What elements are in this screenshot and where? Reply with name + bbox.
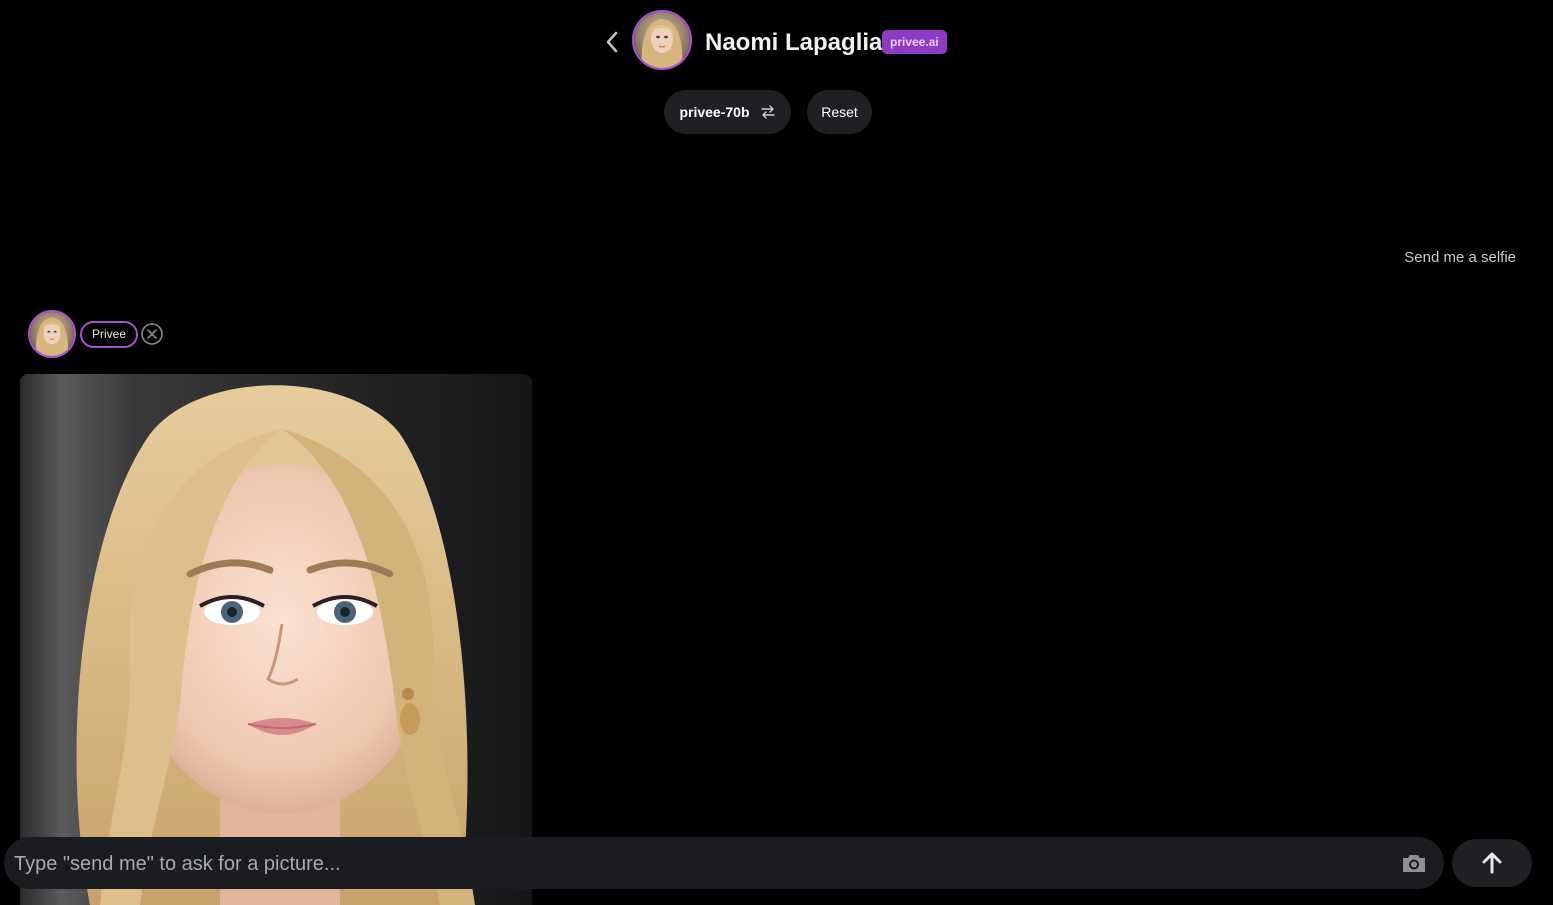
camera-icon[interactable]	[1400, 851, 1428, 875]
message-input[interactable]	[12, 837, 1386, 891]
bot-avatar[interactable]	[28, 310, 76, 358]
generated-selfie-image[interactable]	[20, 374, 532, 905]
reset-button[interactable]: Reset	[807, 90, 872, 134]
header-avatar[interactable]	[632, 10, 692, 70]
model-selector-button[interactable]: privee-70b	[664, 90, 791, 134]
chat-page: Naomi Lapaglia privee.ai privee-70b Rese…	[0, 0, 1553, 905]
model-label: privee-70b	[679, 104, 750, 120]
swap-arrows-icon	[760, 105, 775, 119]
chevron-left-icon	[606, 31, 618, 53]
close-circle-icon[interactable]	[140, 322, 164, 346]
user-message: Send me a selfie	[1404, 249, 1516, 266]
page-title: Naomi Lapaglia	[705, 29, 883, 56]
brand-badge: privee.ai	[882, 30, 947, 54]
send-button[interactable]	[1452, 839, 1532, 887]
back-button[interactable]	[598, 28, 626, 56]
message-composer	[4, 837, 1444, 891]
bot-name-tag: Privee	[80, 321, 139, 348]
arrow-up-icon	[1482, 852, 1502, 874]
